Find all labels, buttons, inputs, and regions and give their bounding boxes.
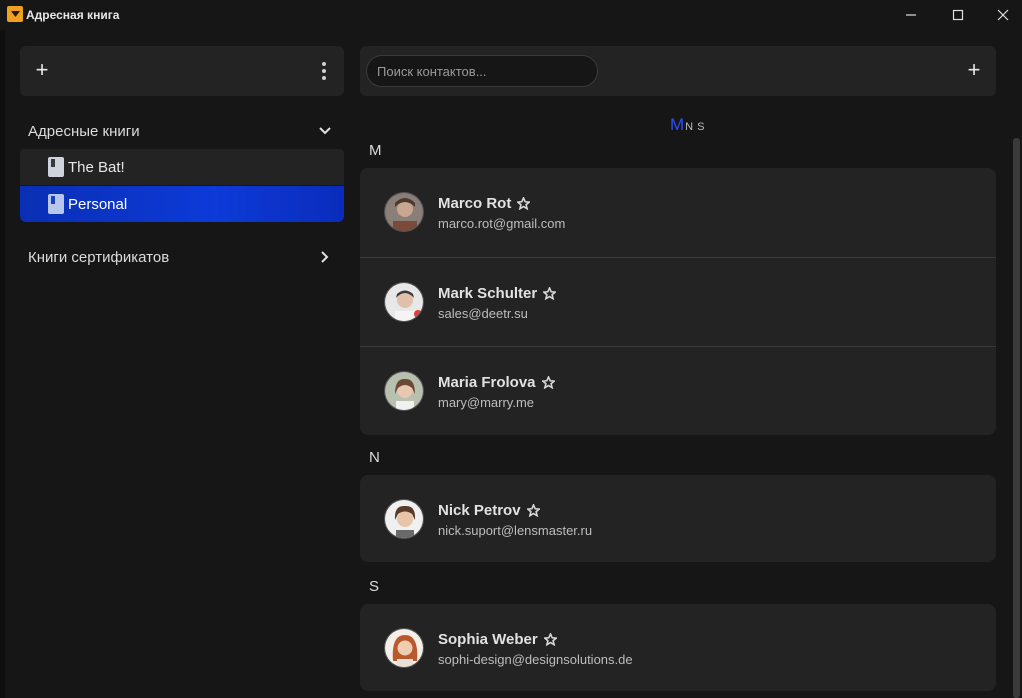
contact-group-card: Nick Petrov nick.suport@lensmaster.ru — [360, 475, 996, 562]
search-input[interactable] — [366, 55, 598, 87]
window-frame — [0, 30, 5, 698]
contact-name-wrap: Marco Rot — [438, 195, 532, 212]
star-icon[interactable] — [540, 375, 556, 390]
chevron-right-icon — [318, 250, 332, 264]
address-book-icon — [48, 194, 64, 214]
index-letter-s[interactable]: S — [697, 121, 704, 133]
sidebar-item-the-bat[interactable]: The Bat! — [20, 149, 344, 185]
app-icon — [7, 6, 23, 22]
star-icon[interactable] — [525, 503, 541, 518]
contact-name-wrap: Maria Frolova — [438, 374, 556, 391]
index-letter-n[interactable]: N — [685, 121, 693, 133]
contact-email: sales@deetr.su — [438, 306, 528, 321]
contact-name: Marco Rot — [438, 195, 512, 212]
contact-row[interactable]: Marco Rot marco.rot@gmail.com — [360, 168, 996, 257]
title-bar: Адресная книга — [0, 0, 1022, 30]
contact-name-wrap: Mark Schulter — [438, 285, 558, 302]
window-title: Адресная книга — [26, 8, 120, 22]
sidebar-item-label: The Bat! — [68, 158, 125, 176]
contact-name: Maria Frolova — [438, 374, 536, 391]
maximize-icon — [952, 9, 964, 21]
index-letter-m[interactable]: M — [670, 115, 684, 135]
group-letter: S — [369, 578, 380, 595]
contact-name: Sophia Weber — [438, 631, 538, 648]
contact-group-card: Marco Rot marco.rot@gmail.com Mark Schul… — [360, 168, 996, 435]
avatar — [384, 192, 424, 232]
contact-group-card: Sophia Weber sophi-design@designsolution… — [360, 604, 996, 691]
contact-row[interactable]: Nick Petrov nick.suport@lensmaster.ru — [360, 475, 996, 562]
contacts-scrollbar[interactable] — [1013, 138, 1020, 698]
contact-email: mary@marry.me — [438, 395, 535, 410]
address-books-header[interactable]: Адресные книги — [20, 114, 344, 148]
sidebar-toolbar: + — [20, 46, 344, 96]
contact-row[interactable]: Maria Frolova mary@marry.me — [360, 346, 996, 435]
avatar — [384, 371, 424, 411]
contacts-toolbar: + — [360, 46, 996, 96]
address-book-icon — [48, 157, 64, 177]
group-letter: N — [369, 449, 380, 466]
cert-books-label: Книги сертификатов — [28, 248, 170, 266]
sidebar-item-personal[interactable]: Personal — [20, 186, 344, 222]
add-contact-button[interactable]: + — [964, 59, 984, 81]
contact-email: marco.rot@gmail.com — [438, 216, 566, 231]
contact-name-wrap: Nick Petrov — [438, 502, 541, 519]
contact-name: Nick Petrov — [438, 502, 521, 519]
close-button[interactable] — [980, 0, 1022, 30]
contact-row[interactable]: Mark Schulter sales@deetr.su — [360, 257, 996, 346]
group-letter: M — [369, 142, 382, 159]
star-icon[interactable] — [541, 286, 558, 301]
maximize-button[interactable] — [935, 0, 981, 30]
avatar — [384, 499, 424, 539]
contact-email: sophi-design@designsolutions.de — [438, 652, 633, 667]
contact-name-wrap: Sophia Weber — [438, 631, 558, 648]
avatar — [384, 282, 424, 322]
close-icon — [997, 9, 1009, 21]
address-books-label: Адресные книги — [28, 122, 140, 140]
alphabet-index: M N S — [670, 115, 704, 135]
star-icon[interactable] — [542, 632, 558, 647]
star-icon[interactable] — [516, 196, 532, 211]
contact-row[interactable]: Sophia Weber sophi-design@designsolution… — [360, 604, 996, 691]
cert-books-header[interactable]: Книги сертификатов — [20, 240, 344, 274]
minimize-button[interactable] — [888, 0, 934, 30]
more-vertical-icon — [322, 62, 326, 66]
minimize-icon — [906, 14, 916, 16]
contact-email: nick.suport@lensmaster.ru — [438, 523, 593, 538]
contact-name: Mark Schulter — [438, 285, 538, 302]
sidebar-item-label: Personal — [68, 195, 128, 213]
more-menu-button[interactable] — [316, 61, 332, 81]
add-address-book-button[interactable]: + — [32, 59, 52, 81]
avatar — [384, 628, 424, 668]
chevron-down-icon — [318, 124, 332, 138]
